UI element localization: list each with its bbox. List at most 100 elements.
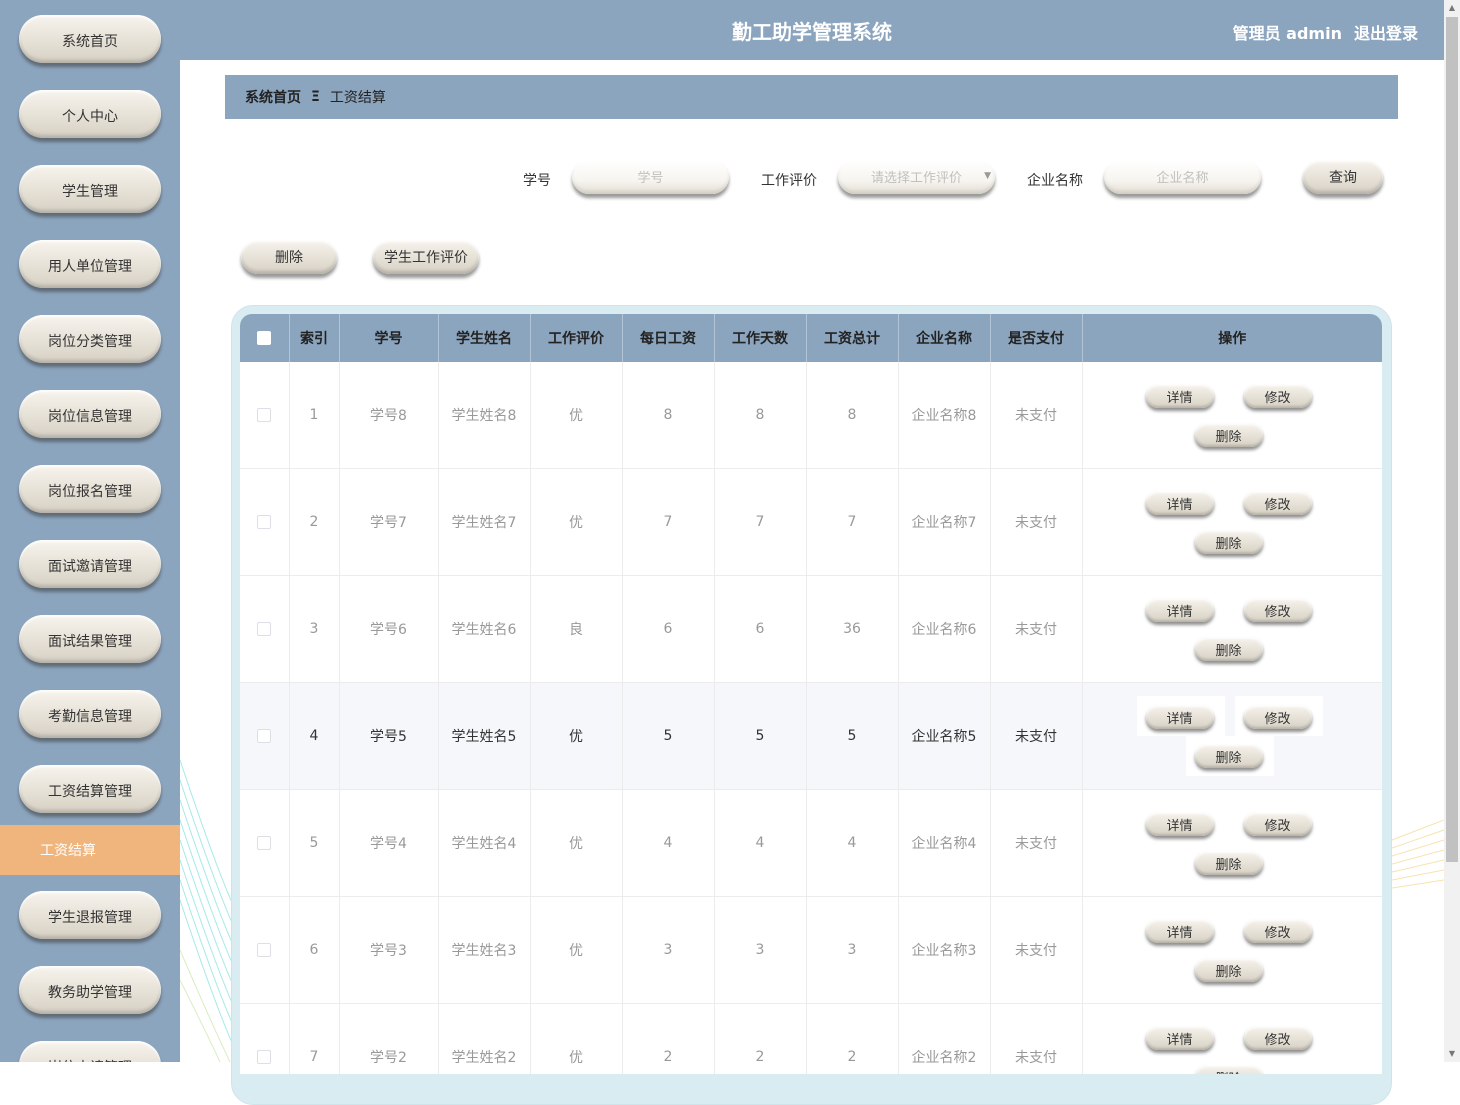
cell-company: 企业名称4	[898, 789, 991, 897]
table-row[interactable]: 7 学号2 学生姓名2 优 2 2 2 企业名称2 未支付 详情 修改 删除	[240, 1003, 1382, 1074]
batch-delete-button[interactable]: 删除	[241, 240, 337, 274]
query-button[interactable]: 查询	[1303, 160, 1383, 194]
breadcrumb-separator-icon: Ξ	[311, 89, 320, 105]
student-evaluate-button[interactable]: 学生工作评价	[373, 240, 479, 274]
select-all-header[interactable]	[240, 314, 290, 362]
sidebar-item-academic-aid[interactable]: 教务助学管理	[19, 966, 161, 1014]
sidebar-item-students[interactable]: 学生管理	[19, 165, 161, 213]
cell-daily-wage: 4	[622, 789, 715, 897]
breadcrumb-home[interactable]: 系统首页	[245, 87, 301, 107]
cell-total-wage: 36	[806, 575, 899, 683]
detail-button[interactable]: 详情	[1145, 812, 1214, 836]
cell-rating: 优	[530, 362, 623, 469]
company-input[interactable]: 企业名称	[1104, 160, 1261, 194]
table-row[interactable]: 2 学号7 学生姓名7 优 7 7 7 企业名称7 未支付 详情 修改 删除	[240, 468, 1382, 576]
detail-button[interactable]: 详情	[1145, 491, 1214, 515]
cell-work-days: 3	[714, 896, 807, 1004]
row-checkbox[interactable]	[257, 515, 272, 529]
sidebar-item-job-info[interactable]: 岗位信息管理	[19, 390, 161, 438]
cell-index: 7	[289, 1003, 340, 1074]
sidebar-item-job-requests[interactable]: 岗位申请管理	[19, 1041, 161, 1062]
scroll-up-arrow-icon[interactable]: ▲	[1444, 0, 1460, 16]
cell-daily-wage: 8	[622, 362, 715, 469]
column-header-rating: 工作评价	[530, 314, 623, 362]
cell-rating: 优	[530, 789, 623, 897]
cell-actions: 详情 修改 删除	[1082, 468, 1382, 576]
cell-student-no: 学号8	[339, 362, 439, 469]
sidebar-item-job-categories[interactable]: 岗位分类管理	[19, 315, 161, 363]
sidebar-item-personal-center[interactable]: 个人中心	[19, 90, 161, 138]
page-scrollbar[interactable]: ▲ ▼	[1444, 0, 1460, 1062]
cell-actions: 详情 修改 删除	[1082, 682, 1382, 790]
student-no-input[interactable]: 学号	[572, 160, 729, 194]
sidebar-item-student-withdrawal[interactable]: 学生退报管理	[19, 891, 161, 939]
decorative-lines-right	[1392, 820, 1444, 889]
row-checkbox[interactable]	[257, 408, 272, 422]
detail-button[interactable]: 详情	[1145, 705, 1214, 729]
cell-actions: 详情 修改 删除	[1082, 789, 1382, 897]
cell-student-name: 学生姓名5	[438, 682, 531, 790]
rating-label: 工作评价	[761, 173, 817, 189]
column-header-company: 企业名称	[898, 314, 991, 362]
logout-link[interactable]: 退出登录	[1354, 20, 1418, 44]
cell-company: 企业名称7	[898, 468, 991, 576]
sidebar-item-job-applications[interactable]: 岗位报名管理	[19, 465, 161, 513]
cell-student-no: 学号4	[339, 789, 439, 897]
edit-button[interactable]: 修改	[1243, 812, 1312, 836]
table-row[interactable]: 1 学号8 学生姓名8 优 8 8 8 企业名称8 未支付 详情 修改 删除	[240, 362, 1382, 469]
cell-work-days: 5	[714, 682, 807, 790]
edit-button[interactable]: 修改	[1243, 491, 1312, 515]
detail-button[interactable]: 详情	[1145, 919, 1214, 943]
student-no-label: 学号	[523, 173, 551, 189]
edit-button[interactable]: 修改	[1243, 1026, 1312, 1050]
sidebar-item-attendance[interactable]: 考勤信息管理	[19, 690, 161, 738]
table-row[interactable]: 3 学号6 学生姓名6 良 6 6 36 企业名称6 未支付 详情 修改 删除	[240, 575, 1382, 683]
delete-button[interactable]: 删除	[1194, 744, 1263, 768]
select-all-checkbox[interactable]	[257, 331, 272, 345]
table-row[interactable]: 5 学号4 学生姓名4 优 4 4 4 企业名称4 未支付 详情 修改 删除	[240, 789, 1382, 897]
detail-button[interactable]: 详情	[1145, 1026, 1214, 1050]
row-checkbox[interactable]	[257, 836, 272, 850]
sidebar-item-interview-invites[interactable]: 面试邀请管理	[19, 540, 161, 588]
delete-button[interactable]: 删除	[1194, 958, 1263, 982]
detail-button[interactable]: 详情	[1145, 598, 1214, 622]
sidebar-item-home[interactable]: 系统首页	[19, 15, 161, 63]
scroll-thumb[interactable]	[1446, 17, 1458, 862]
cell-work-days: 2	[714, 1003, 807, 1074]
top-header: 勤工助学管理系统 管理员 admin 退出登录	[180, 0, 1444, 60]
cell-company: 企业名称2	[898, 1003, 991, 1074]
column-header-total-wage: 工资总计	[806, 314, 899, 362]
cell-student-no: 学号5	[339, 682, 439, 790]
sidebar-item-interview-results[interactable]: 面试结果管理	[19, 615, 161, 663]
table-row-hovered[interactable]: 4 学号5 学生姓名5 优 5 5 5 企业名称5 未支付 详情 修改 删除	[240, 682, 1382, 790]
cell-actions: 详情 修改 删除	[1082, 362, 1382, 469]
delete-button[interactable]: 删除	[1194, 530, 1263, 554]
row-checkbox[interactable]	[257, 943, 272, 957]
cell-index: 5	[289, 789, 340, 897]
rating-select-placeholder: 请选择工作评价	[870, 170, 962, 186]
cell-rating: 优	[530, 468, 623, 576]
row-checkbox[interactable]	[257, 729, 272, 743]
edit-button[interactable]: 修改	[1243, 598, 1312, 622]
delete-button[interactable]: 删除	[1194, 637, 1263, 661]
sidebar-item-employers[interactable]: 用人单位管理	[19, 240, 161, 288]
delete-button[interactable]: 删除	[1194, 423, 1263, 447]
sidebar: 系统首页 个人中心 学生管理 用人单位管理 岗位分类管理 岗位信息管理 岗位报名…	[0, 0, 180, 1062]
edit-button[interactable]: 修改	[1243, 384, 1312, 408]
salary-table: 索引 学号 学生姓名 工作评价 每日工资 工作天数 工资总计 企业名称 是否支付…	[240, 314, 1382, 1074]
cell-work-days: 4	[714, 789, 807, 897]
scroll-down-arrow-icon[interactable]: ▼	[1444, 1046, 1460, 1062]
cell-rating: 优	[530, 682, 623, 790]
cell-student-name: 学生姓名6	[438, 575, 531, 683]
edit-button[interactable]: 修改	[1243, 919, 1312, 943]
delete-button[interactable]: 删除	[1194, 851, 1263, 875]
table-row[interactable]: 6 学号3 学生姓名3 优 3 3 3 企业名称3 未支付 详情 修改 删除	[240, 896, 1382, 1004]
sidebar-item-salary-settlement[interactable]: 工资结算	[0, 825, 180, 875]
cell-paid: 未支付	[990, 362, 1083, 469]
delete-button[interactable]: 删除	[1194, 1065, 1263, 1074]
detail-button[interactable]: 详情	[1145, 384, 1214, 408]
row-checkbox[interactable]	[257, 622, 272, 636]
sidebar-item-salary-settlement-management[interactable]: 工资结算管理	[19, 765, 161, 813]
edit-button[interactable]: 修改	[1243, 705, 1312, 729]
rating-select[interactable]: 请选择工作评价 ▼	[838, 160, 995, 194]
